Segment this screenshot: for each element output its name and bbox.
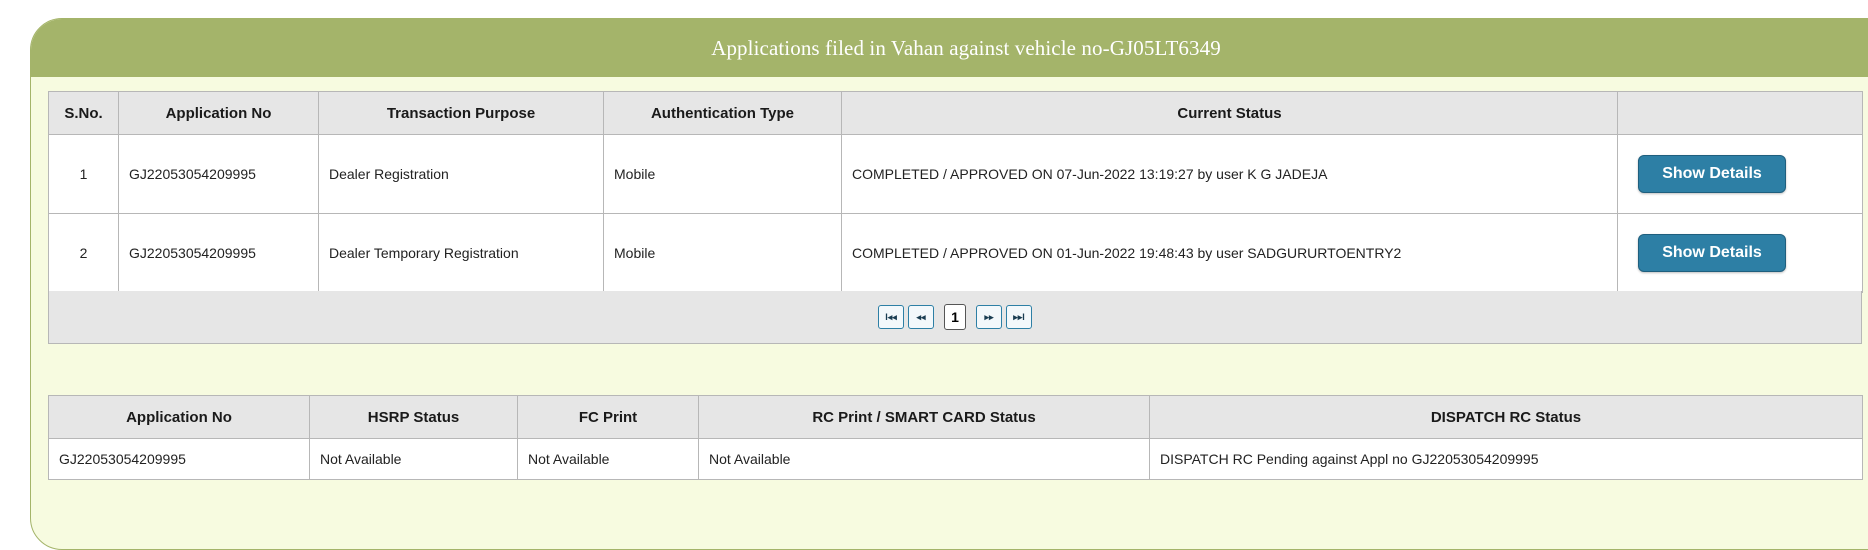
col-header-sno: S.No. bbox=[48, 91, 119, 135]
status-header-row: Application No HSRP Status FC Print RC P… bbox=[48, 395, 1863, 439]
cell-current-status: COMPLETED / APPROVED ON 07-Jun-2022 13:1… bbox=[841, 134, 1618, 214]
table-row: GJ22053054209995 Not Available Not Avail… bbox=[48, 438, 1863, 480]
cell-action: Show Details bbox=[1617, 134, 1863, 214]
cell-application-no: GJ22053054209995 bbox=[118, 134, 319, 214]
next-page-button[interactable]: ▸▸ bbox=[976, 305, 1002, 329]
pagination-bar: I◂◂ ◂◂ 1 ▸▸ ▸▸I bbox=[48, 291, 1862, 344]
current-page-number[interactable]: 1 bbox=[944, 304, 966, 330]
col-header-authentication-type: Authentication Type bbox=[603, 91, 842, 135]
cell-action: Show Details bbox=[1617, 213, 1863, 293]
cell-fc-print: Not Available bbox=[517, 438, 699, 480]
show-details-button[interactable]: Show Details bbox=[1638, 234, 1786, 272]
cell-sno: 1 bbox=[48, 134, 119, 214]
cell-dispatch-rc-status: DISPATCH RC Pending against Appl no GJ22… bbox=[1149, 438, 1863, 480]
applications-panel: Applications filed in Vahan against vehi… bbox=[30, 18, 1868, 550]
show-details-button[interactable]: Show Details bbox=[1638, 155, 1786, 193]
cell-transaction-purpose: Dealer Registration bbox=[318, 134, 604, 214]
first-page-button[interactable]: I◂◂ bbox=[878, 305, 904, 329]
print-status-table: Application No HSRP Status FC Print RC P… bbox=[48, 395, 1863, 480]
col-header-dispatch-rc-status: DISPATCH RC Status bbox=[1149, 395, 1863, 439]
cell-sno: 2 bbox=[48, 213, 119, 293]
col-header-fc-print: FC Print bbox=[517, 395, 699, 439]
table-row: 1 GJ22053054209995 Dealer Registration M… bbox=[48, 134, 1863, 214]
panel-title: Applications filed in Vahan against vehi… bbox=[31, 19, 1868, 77]
applications-table: S.No. Application No Transaction Purpose… bbox=[48, 91, 1863, 293]
cell-transaction-purpose: Dealer Temporary Registration bbox=[318, 213, 604, 293]
cell-application-no: GJ22053054209995 bbox=[118, 213, 319, 293]
cell-authentication-type: Mobile bbox=[603, 213, 842, 293]
col-header-current-status: Current Status bbox=[841, 91, 1618, 135]
col-header-hsrp-status: HSRP Status bbox=[309, 395, 518, 439]
col-header-application-no: Application No bbox=[118, 91, 319, 135]
col-header-application-no: Application No bbox=[48, 395, 310, 439]
cell-current-status: COMPLETED / APPROVED ON 01-Jun-2022 19:4… bbox=[841, 213, 1618, 293]
col-header-action bbox=[1617, 91, 1863, 135]
table-row: 2 GJ22053054209995 Dealer Temporary Regi… bbox=[48, 213, 1863, 293]
last-page-button[interactable]: ▸▸I bbox=[1006, 305, 1032, 329]
cell-rc-print-status: Not Available bbox=[698, 438, 1150, 480]
previous-page-button[interactable]: ◂◂ bbox=[908, 305, 934, 329]
col-header-transaction-purpose: Transaction Purpose bbox=[318, 91, 604, 135]
cell-hsrp-status: Not Available bbox=[309, 438, 518, 480]
cell-application-no: GJ22053054209995 bbox=[48, 438, 310, 480]
cell-authentication-type: Mobile bbox=[603, 134, 842, 214]
col-header-rc-print-status: RC Print / SMART CARD Status bbox=[698, 395, 1150, 439]
applications-header-row: S.No. Application No Transaction Purpose… bbox=[48, 91, 1863, 135]
